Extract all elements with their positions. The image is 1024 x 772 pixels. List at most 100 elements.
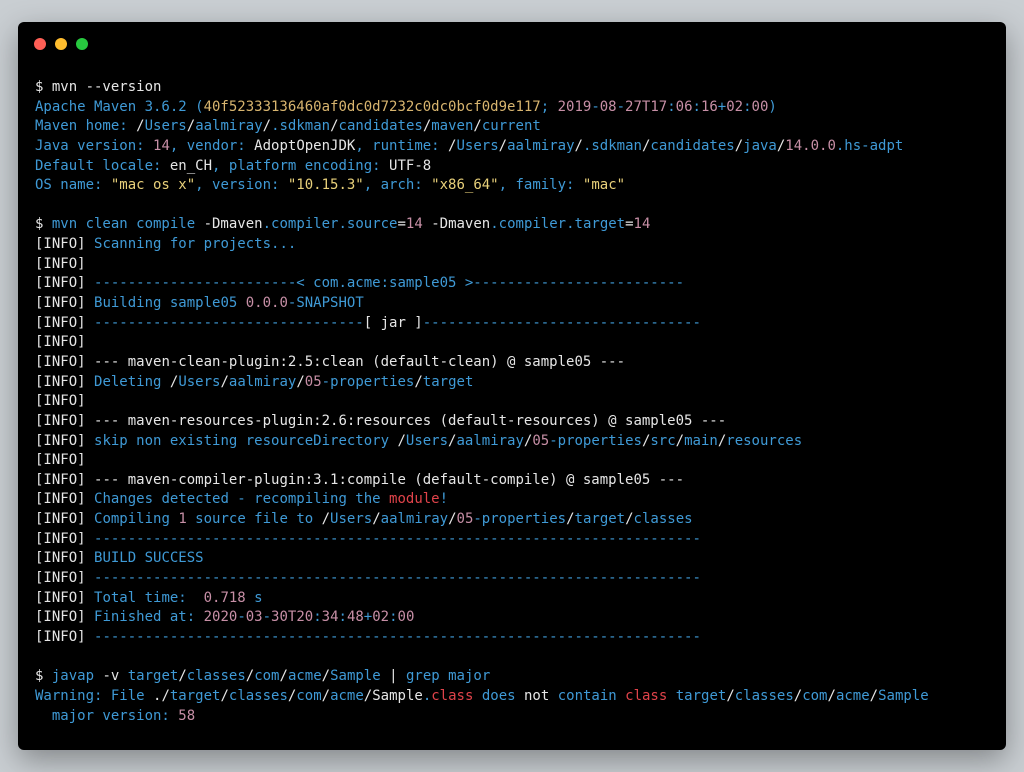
terminal-text: ----------------------------------------… <box>94 531 701 547</box>
terminal-text: target <box>575 216 626 232</box>
terminal-text: Default locale: <box>35 158 170 174</box>
terminal-text: 0.0.0 <box>246 295 288 311</box>
terminal-line: [INFO] ---------------------------------… <box>35 628 998 648</box>
minimize-button[interactable] <box>55 38 67 50</box>
terminal-text: aalmiray <box>195 118 262 134</box>
terminal-text: / <box>372 511 380 527</box>
terminal-text: [INFO] <box>35 590 94 606</box>
terminal-text: [INFO] <box>35 334 86 350</box>
terminal-line: Default locale: en_CH, platform encoding… <box>35 157 998 177</box>
terminal-text: main <box>684 433 718 449</box>
terminal-line: [INFO] --------------------------------[… <box>35 314 998 334</box>
terminal-text: / <box>575 138 583 154</box>
terminal-text: target <box>667 688 726 704</box>
terminal-text: module <box>389 491 440 507</box>
terminal-text: classes <box>229 688 288 704</box>
terminal-text: - <box>591 99 599 115</box>
terminal-text: [INFO] <box>35 609 94 625</box>
terminal-text: / <box>735 138 743 154</box>
terminal-text: [INFO] <box>35 374 94 390</box>
maximize-button[interactable] <box>76 38 88 50</box>
terminal-text: resources <box>726 433 802 449</box>
terminal-text: = <box>397 216 405 232</box>
terminal-text: mvn --version <box>52 79 162 95</box>
terminal-text: [INFO] <box>35 275 94 291</box>
terminal-line: [INFO] <box>35 392 998 412</box>
terminal-line: [INFO] Finished at: 2020-03-30T20:34:48+… <box>35 608 998 628</box>
terminal-text: 2020 <box>204 609 238 625</box>
terminal-text: / <box>220 374 228 390</box>
terminal-line: [INFO] <box>35 333 998 353</box>
terminal-text: Maven home: <box>35 118 136 134</box>
terminal-text: UTF-8 <box>389 158 431 174</box>
terminal-text: / <box>566 511 574 527</box>
terminal-text: Users <box>178 374 220 390</box>
terminal-text: Apache Maven 3.6.2 ( <box>35 99 204 115</box>
terminal-text: - <box>263 609 271 625</box>
terminal-text: . <box>566 216 574 232</box>
terminal-text: aalmiray <box>507 138 574 154</box>
terminal-text: / <box>280 668 288 684</box>
terminal-text: -Dmaven <box>423 216 490 232</box>
terminal-line: [INFO] Total time: 0.718 s <box>35 589 998 609</box>
terminal-output[interactable]: $ mvn --versionApache Maven 3.6.2 (40f52… <box>35 78 998 726</box>
terminal-line: Apache Maven 3.6.2 (40f52333136460af0dc0… <box>35 98 998 118</box>
terminal-text: Sample <box>330 668 389 684</box>
terminal-text: 05 <box>305 374 322 390</box>
terminal-text: [INFO] <box>35 433 94 449</box>
terminal-text: -properties <box>549 433 642 449</box>
terminal-line: [INFO] ---------------------------------… <box>35 569 998 589</box>
terminal-text: , platform encoding: <box>212 158 389 174</box>
terminal-text: [INFO] <box>35 295 94 311</box>
terminal-text: [INFO] <box>35 491 94 507</box>
terminal-text: / <box>423 118 431 134</box>
terminal-window: $ mvn --versionApache Maven 3.6.2 (40f52… <box>18 22 1006 750</box>
terminal-text: : <box>743 99 751 115</box>
terminal-text: / <box>448 511 456 527</box>
terminal-text: 06 <box>676 99 693 115</box>
terminal-text: Warning: File <box>35 688 153 704</box>
terminal-text: / <box>397 433 405 449</box>
terminal-text: ! <box>440 491 448 507</box>
terminal-text: 14 <box>406 216 423 232</box>
terminal-text: java <box>743 138 777 154</box>
terminal-text: / <box>296 374 304 390</box>
terminal-text: source <box>347 216 398 232</box>
terminal-line: [INFO] --- maven-compiler-plugin:3.1:com… <box>35 471 998 491</box>
terminal-text: src <box>650 433 675 449</box>
terminal-text: Compiling <box>94 511 178 527</box>
terminal-text: / <box>322 668 330 684</box>
terminal-text: does <box>473 688 524 704</box>
terminal-text: contain <box>549 688 625 704</box>
terminal-text: [INFO] <box>35 511 94 527</box>
terminal-text: : <box>313 609 321 625</box>
terminal-text: grep major <box>406 668 490 684</box>
terminal-text: 2019 <box>558 99 592 115</box>
terminal-text: / <box>322 688 330 704</box>
terminal-text: com <box>296 688 321 704</box>
terminal-text: --- maven-compiler-plugin:3.1:compile (d… <box>94 472 684 488</box>
terminal-text: : <box>339 609 347 625</box>
terminal-text: Scanning for projects... <box>94 236 296 252</box>
terminal-text: / <box>718 433 726 449</box>
terminal-text: aalmiray <box>229 374 296 390</box>
terminal-text: --------------------------------- <box>423 315 701 331</box>
terminal-text: : <box>693 99 701 115</box>
terminal-text: ; <box>541 99 558 115</box>
terminal-text: acme <box>836 688 870 704</box>
terminal-text: [INFO] <box>35 570 94 586</box>
terminal-line: [INFO] Changes detected - recompiling th… <box>35 490 998 510</box>
terminal-text: + <box>364 609 372 625</box>
terminal-text: [INFO] <box>35 452 86 468</box>
terminal-text: target <box>575 511 626 527</box>
terminal-text: 05 <box>457 511 474 527</box>
terminal-text: 08 <box>600 99 617 115</box>
terminal-text: / <box>330 118 338 134</box>
terminal-text: en_CH <box>170 158 212 174</box>
terminal-text: / <box>625 511 633 527</box>
terminal-text: --- maven-clean-plugin:2.5:clean (defaul… <box>94 354 625 370</box>
terminal-text: 02 <box>372 609 389 625</box>
close-button[interactable] <box>34 38 46 50</box>
terminal-text: , version: <box>195 177 288 193</box>
terminal-text: -properties <box>473 511 566 527</box>
